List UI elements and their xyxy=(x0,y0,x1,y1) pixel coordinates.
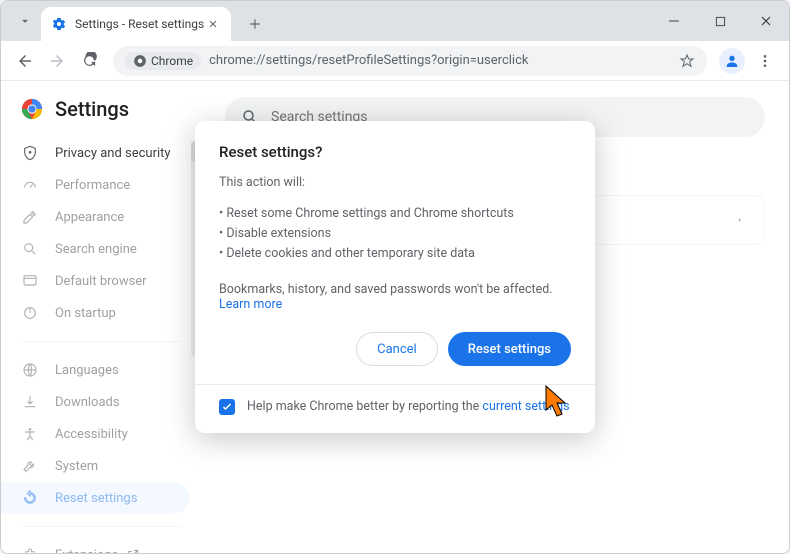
minimize-icon xyxy=(668,15,680,27)
dialog-lead: This action will: xyxy=(219,175,571,190)
browser-toolbar: Chrome chrome://settings/resetProfileSet… xyxy=(1,41,789,81)
feedback-checkbox[interactable] xyxy=(219,399,235,415)
back-button[interactable] xyxy=(9,45,41,77)
dialog-bullets: Reset some Chrome settings and Chrome sh… xyxy=(219,204,571,264)
shield-icon xyxy=(21,144,39,162)
close-icon xyxy=(208,19,218,29)
kebab-icon xyxy=(757,53,773,69)
dialog-note: Bookmarks, history, and saved passwords … xyxy=(219,282,571,312)
dialog-bullet: Disable extensions xyxy=(219,224,571,244)
close-icon xyxy=(760,15,772,27)
settings-header: Settings xyxy=(1,97,201,137)
url-text: chrome://settings/resetProfileSettings?o… xyxy=(209,53,679,68)
close-tab-button[interactable] xyxy=(205,16,221,32)
menu-button[interactable] xyxy=(749,45,781,77)
arrow-left-icon xyxy=(16,52,34,70)
dialog-bullet: Delete cookies and other temporary site … xyxy=(219,244,571,264)
gear-icon xyxy=(51,16,67,32)
dialog-bullet: Reset some Chrome settings and Chrome sh… xyxy=(219,204,571,224)
tab-title: Settings - Reset settings xyxy=(75,17,205,31)
bookmark-button[interactable] xyxy=(679,53,695,69)
chrome-logo-icon xyxy=(133,54,147,68)
browser-window: Settings - Reset settings Chrome chrome:… xyxy=(0,0,790,554)
tab-strip: Settings - Reset settings xyxy=(1,1,789,41)
reload-icon xyxy=(81,52,98,69)
address-bar[interactable]: Chrome chrome://settings/resetProfileSet… xyxy=(113,46,707,76)
dialog-actions: Cancel Reset settings xyxy=(219,332,571,366)
reload-button[interactable] xyxy=(73,45,105,77)
star-icon xyxy=(679,53,695,69)
new-tab-button[interactable] xyxy=(241,10,269,38)
maximize-icon xyxy=(715,16,726,27)
arrow-right-icon xyxy=(48,52,66,70)
window-controls xyxy=(651,1,789,41)
chrome-logo-icon xyxy=(21,98,43,120)
site-chip: Chrome xyxy=(125,52,201,70)
check-icon xyxy=(221,401,233,413)
forward-button[interactable] xyxy=(41,45,73,77)
feedback-row: Help make Chrome better by reporting the… xyxy=(219,399,571,415)
profile-button[interactable] xyxy=(719,48,745,74)
dialog-title: Reset settings? xyxy=(219,143,571,161)
close-window-button[interactable] xyxy=(743,1,789,41)
minimize-button[interactable] xyxy=(651,1,697,41)
maximize-button[interactable] xyxy=(697,1,743,41)
browser-tab-active[interactable]: Settings - Reset settings xyxy=(41,7,231,41)
settings-title: Settings xyxy=(55,97,129,121)
person-icon xyxy=(724,53,740,69)
learn-more-link[interactable]: Learn more xyxy=(219,297,282,312)
feedback-label: Help make Chrome better by reporting the… xyxy=(247,399,570,414)
current-settings-link[interactable]: current settings xyxy=(482,399,569,414)
tab-search-dropdown[interactable] xyxy=(13,9,37,33)
dialog-divider xyxy=(195,384,595,385)
cancel-button[interactable]: Cancel xyxy=(356,332,438,366)
reset-settings-button[interactable]: Reset settings xyxy=(448,332,571,366)
chevron-down-icon xyxy=(18,14,32,28)
plus-icon xyxy=(248,17,262,31)
reset-settings-dialog: Reset settings? This action will: Reset … xyxy=(195,121,595,433)
